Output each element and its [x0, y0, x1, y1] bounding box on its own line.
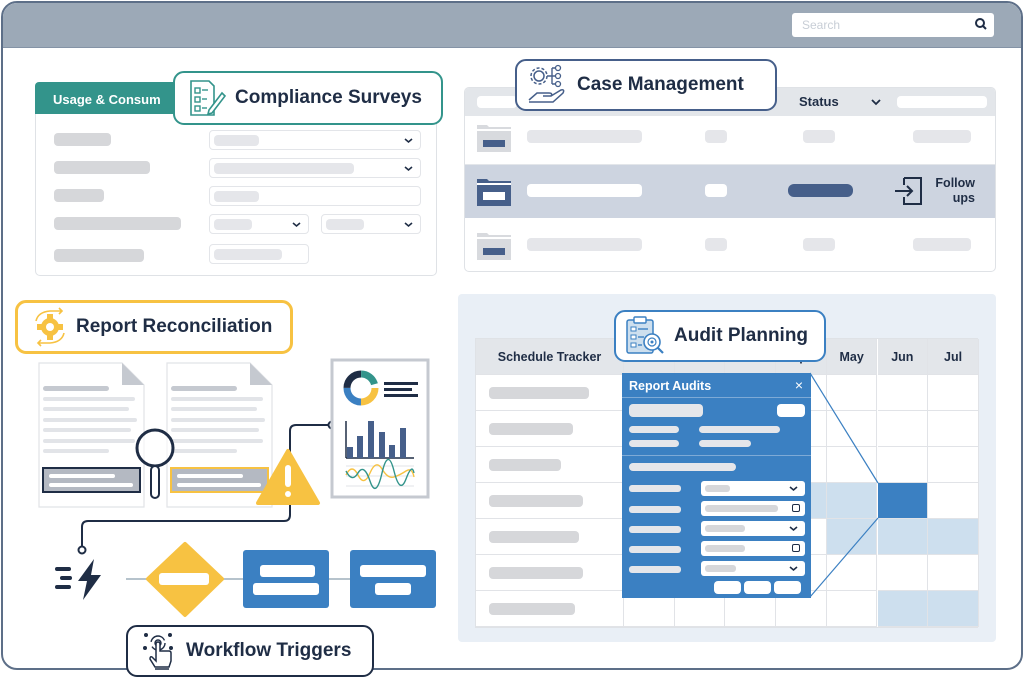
tracker-row-label[interactable] — [476, 555, 624, 591]
schedule-cell[interactable] — [928, 519, 979, 555]
title-bar: Search — [3, 3, 1021, 48]
schedule-cell[interactable] — [928, 555, 979, 591]
compliance-surveys-label: Compliance Surveys — [235, 87, 422, 108]
lightning-trigger-icon — [55, 559, 101, 600]
case-row[interactable] — [465, 112, 995, 165]
gear-hand-icon — [528, 64, 565, 103]
chevron-down-icon — [404, 222, 413, 228]
report-audits-modal: Report Audits × — [622, 373, 811, 598]
chevron-down-icon — [789, 526, 798, 532]
search-placeholder: Search — [802, 18, 841, 32]
select-field[interactable] — [321, 214, 421, 234]
form-label — [54, 133, 111, 146]
select-field[interactable] — [209, 130, 421, 150]
decision-node[interactable] — [146, 542, 224, 617]
form-label — [54, 249, 144, 262]
modal-action-button[interactable] — [774, 581, 801, 594]
chevron-down-icon — [789, 486, 798, 492]
tracker-row-label[interactable] — [476, 483, 624, 519]
modal-action-button[interactable] — [744, 581, 771, 594]
audit-planning-label: Audit Planning — [674, 325, 809, 346]
report-reconciliation-badge: Report Reconciliation — [15, 300, 293, 354]
search-input[interactable]: Search — [792, 13, 994, 37]
form-label — [54, 189, 104, 202]
text-field[interactable] — [209, 186, 421, 206]
tracker-row-label[interactable] — [476, 411, 624, 447]
chevron-down-icon[interactable] — [871, 98, 881, 106]
schedule-cell[interactable] — [928, 447, 979, 483]
workflow-diagram — [55, 542, 436, 617]
select-field[interactable] — [209, 158, 421, 178]
checkbox[interactable] — [792, 504, 800, 512]
status-column-header[interactable]: Status — [799, 94, 839, 109]
tracker-row-label[interactable] — [476, 591, 624, 627]
modal-select[interactable] — [701, 481, 805, 496]
form-label — [54, 161, 150, 174]
search-icon[interactable] — [974, 17, 988, 31]
case-row-selected[interactable]: Follow ups — [465, 165, 995, 218]
follow-ups-action[interactable]: Follow ups — [929, 176, 975, 206]
gear-sync-icon — [35, 307, 65, 347]
folder-closed-icon — [477, 125, 511, 152]
form-label — [54, 217, 181, 230]
target-document — [166, 362, 273, 508]
report-reconciliation-label: Report Reconciliation — [76, 316, 273, 337]
case-management-badge: Case Management — [515, 59, 777, 111]
workflow-triggers-label: Workflow Triggers — [186, 640, 352, 661]
modal-checkbox-field[interactable] — [701, 541, 805, 556]
tracker-row-label[interactable] — [476, 447, 624, 483]
folder-closed-icon — [477, 233, 511, 260]
follow-up-arrow-icon[interactable] — [893, 175, 925, 207]
tracker-header: Schedule Tracker — [476, 339, 624, 375]
audit-planning-badge: Audit Planning — [614, 310, 826, 362]
schedule-cell[interactable] — [928, 483, 979, 519]
workflow-triggers-badge: Workflow Triggers — [126, 625, 374, 677]
month-header: Jul — [928, 339, 979, 375]
zoom-connector-lines — [809, 372, 879, 598]
checkbox[interactable] — [792, 544, 800, 552]
chevron-down-icon — [404, 138, 413, 144]
case-management-label: Case Management — [577, 74, 744, 95]
schedule-cell[interactable] — [928, 375, 979, 411]
action-node[interactable] — [243, 550, 329, 608]
modal-title: Report Audits — [629, 379, 712, 393]
chevron-down-icon — [404, 166, 413, 172]
modal-checkbox-field[interactable] — [701, 501, 805, 516]
touch-hand-icon — [143, 633, 173, 670]
source-document — [38, 362, 145, 508]
chevron-down-icon — [789, 566, 798, 572]
select-field[interactable] — [209, 214, 309, 234]
modal-action-button[interactable] — [714, 581, 741, 594]
tracker-row-label[interactable] — [476, 519, 624, 555]
clipboard-search-icon — [626, 316, 664, 354]
tracker-row-label[interactable] — [476, 375, 624, 411]
folder-open-icon — [477, 179, 511, 206]
text-field[interactable] — [209, 244, 309, 264]
schedule-cell[interactable] — [928, 591, 979, 627]
action-node[interactable] — [350, 550, 436, 608]
usage-tab[interactable]: Usage & Consum — [35, 82, 195, 114]
schedule-cell[interactable] — [928, 411, 979, 447]
case-row[interactable] — [465, 218, 995, 271]
checklist-pencil-icon — [190, 80, 227, 116]
compliance-surveys-badge: Compliance Surveys — [173, 71, 443, 125]
chevron-down-icon — [292, 222, 301, 228]
modal-select[interactable] — [701, 521, 805, 536]
analytics-report-card — [330, 358, 430, 499]
case-table: Status Follow ups — [464, 87, 996, 272]
modal-select[interactable] — [701, 561, 805, 576]
